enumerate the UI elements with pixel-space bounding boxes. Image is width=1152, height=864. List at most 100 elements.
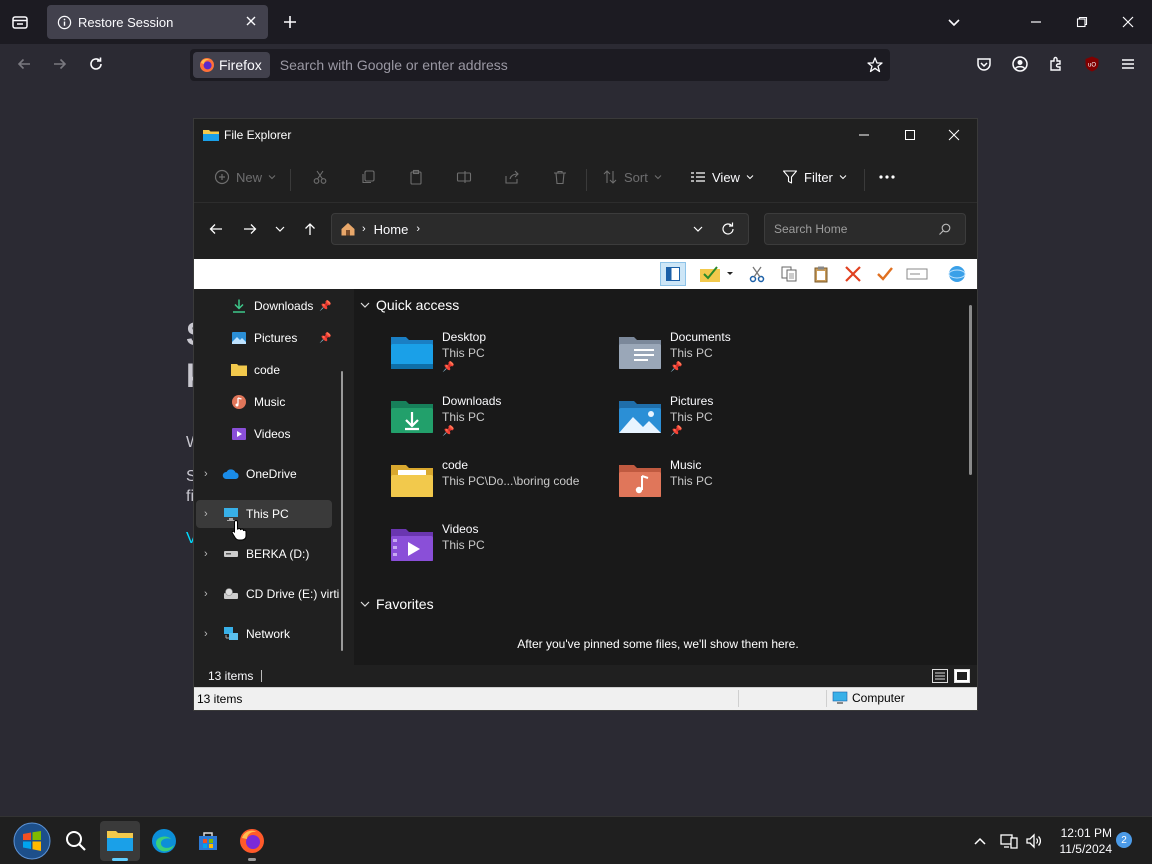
legacy-rename-icon[interactable] [904, 262, 930, 286]
nav-item-music[interactable]: Music [230, 387, 285, 417]
nav-item-pictures[interactable]: Pictures 📌 [230, 323, 331, 353]
refresh-icon[interactable] [720, 221, 736, 237]
quick-access-item-music[interactable]: Music This PC [618, 457, 838, 513]
navigation-pane-toggle-icon[interactable] [660, 262, 686, 286]
taskbar-store[interactable] [188, 821, 228, 861]
nav-item-downloads[interactable]: Downloads 📌 [230, 291, 331, 321]
back-icon[interactable] [8, 48, 40, 80]
legacy-copy-icon[interactable] [776, 262, 802, 286]
notification-badge[interactable]: 2 [1116, 832, 1132, 848]
rename-button[interactable] [456, 161, 472, 193]
nav-item-videos[interactable]: Videos [230, 419, 290, 449]
search-input[interactable]: Search Home [774, 222, 847, 236]
favorites-header[interactable]: Favorites [360, 596, 434, 612]
quick-access-item-desktop[interactable]: Desktop This PC 📌 [390, 329, 610, 385]
tab-list-icon[interactable] [4, 6, 36, 38]
cloud-icon [222, 465, 240, 483]
new-tab-icon[interactable] [274, 6, 306, 38]
quick-access-item-documents[interactable]: Documents This PC 📌 [618, 329, 838, 385]
paste-icon [408, 169, 424, 185]
filter-button[interactable]: Filter [782, 161, 847, 193]
address-bar[interactable]: › Home › [331, 213, 749, 245]
quick-access-item-videos[interactable]: Videos This PC [390, 521, 610, 577]
legacy-checkmark-icon[interactable] [872, 262, 898, 286]
paste-button[interactable] [408, 161, 424, 193]
taskbar-file-explorer[interactable] [100, 821, 140, 861]
account-icon[interactable] [1004, 48, 1036, 80]
list-all-tabs-icon[interactable] [938, 6, 970, 38]
quick-access-item-downloads[interactable]: Downloads This PC 📌 [390, 393, 610, 449]
cut-button[interactable] [312, 161, 328, 193]
volume-tray-icon[interactable] [1020, 821, 1048, 861]
breadcrumb-home[interactable]: Home [374, 222, 409, 237]
minimize-icon[interactable] [1020, 6, 1052, 38]
ublock-origin-icon[interactable]: uO [1076, 48, 1108, 80]
expand-chevron-icon[interactable]: › [204, 468, 208, 480]
reload-icon[interactable] [80, 48, 112, 80]
more-options-button[interactable] [878, 161, 896, 193]
nav-item-cd-drive[interactable]: › CD Drive (E:) virti [194, 579, 352, 609]
nav-item-onedrive[interactable]: › OneDrive [194, 459, 352, 489]
new-button[interactable]: New [214, 161, 276, 193]
breadcrumb-separator-icon[interactable]: › [416, 223, 420, 235]
close-window-icon[interactable] [1112, 6, 1144, 38]
url-bar[interactable]: Firefox Search with Google or enter addr… [190, 49, 890, 81]
delete-button[interactable] [552, 161, 568, 193]
up-icon[interactable] [294, 213, 326, 245]
quick-access-item-code[interactable]: code This PC\Do...\boring code [390, 457, 610, 513]
start-button[interactable] [12, 821, 52, 861]
quick-access-header[interactable]: Quick access [360, 297, 459, 313]
recent-locations-icon[interactable] [264, 213, 296, 245]
chevron-down-icon [746, 173, 754, 181]
search-box[interactable]: Search Home [764, 213, 966, 245]
quick-access-item-pictures[interactable]: Pictures This PC 📌 [618, 393, 838, 449]
explorer-back-icon[interactable] [200, 213, 232, 245]
tiles-view-icon[interactable] [954, 669, 970, 683]
copy-button[interactable] [360, 161, 376, 193]
expand-chevron-icon[interactable]: › [204, 588, 208, 600]
explorer-title-bar[interactable]: File Explorer [194, 119, 977, 151]
legacy-paste-icon[interactable] [808, 262, 834, 286]
expand-chevron-icon[interactable]: › [204, 508, 208, 520]
details-view-icon[interactable] [932, 669, 948, 683]
bookmark-star-icon[interactable] [866, 56, 884, 74]
forward-icon[interactable] [44, 48, 76, 80]
taskbar-search-button[interactable] [56, 821, 96, 861]
file-explorer-icon [203, 128, 219, 142]
pictures-icon [230, 329, 248, 347]
taskbar-edge[interactable] [144, 821, 184, 861]
quick-access-name: Documents [670, 330, 731, 344]
explorer-forward-icon[interactable] [234, 213, 266, 245]
nav-item-code[interactable]: code [230, 355, 280, 385]
view-button[interactable]: View [690, 161, 754, 193]
pocket-icon[interactable] [968, 48, 1000, 80]
svg-text:uO: uO [1088, 63, 1096, 69]
select-checkbox-dropdown-icon[interactable] [696, 262, 736, 286]
tab-restore-session[interactable]: Restore Session [47, 5, 268, 39]
nav-item-this-pc[interactable]: › This PC [196, 500, 332, 528]
close-tab-icon[interactable] [244, 14, 258, 28]
nav-scrollbar[interactable] [341, 371, 343, 651]
url-input-placeholder[interactable]: Search with Google or enter address [280, 57, 508, 73]
extensions-icon[interactable] [1040, 48, 1072, 80]
explorer-close-icon[interactable] [931, 119, 977, 151]
explorer-minimize-icon[interactable] [841, 119, 887, 151]
nav-item-berka-drive[interactable]: › BERKA (D:) [194, 539, 352, 569]
legacy-delete-icon[interactable] [840, 262, 866, 286]
legacy-cut-icon[interactable] [744, 262, 770, 286]
expand-chevron-icon[interactable]: › [204, 548, 208, 560]
explorer-maximize-icon[interactable] [887, 119, 933, 151]
restore-icon[interactable] [1066, 6, 1098, 38]
taskbar-firefox[interactable] [232, 821, 272, 861]
share-button[interactable] [504, 161, 520, 193]
expand-chevron-icon[interactable]: › [204, 628, 208, 640]
firefox-identity-button[interactable]: Firefox [193, 52, 270, 78]
address-dropdown-icon[interactable] [692, 223, 704, 235]
sort-button[interactable]: Sort [602, 161, 662, 193]
hand-cursor-icon [231, 519, 247, 541]
content-scrollbar[interactable] [969, 305, 972, 475]
clock[interactable]: 12:01 PM 11/5/2024 [1054, 825, 1113, 857]
legacy-network-globe-icon[interactable] [944, 262, 970, 286]
app-menu-icon[interactable] [1112, 48, 1144, 80]
nav-item-network[interactable]: › Network [194, 619, 352, 649]
